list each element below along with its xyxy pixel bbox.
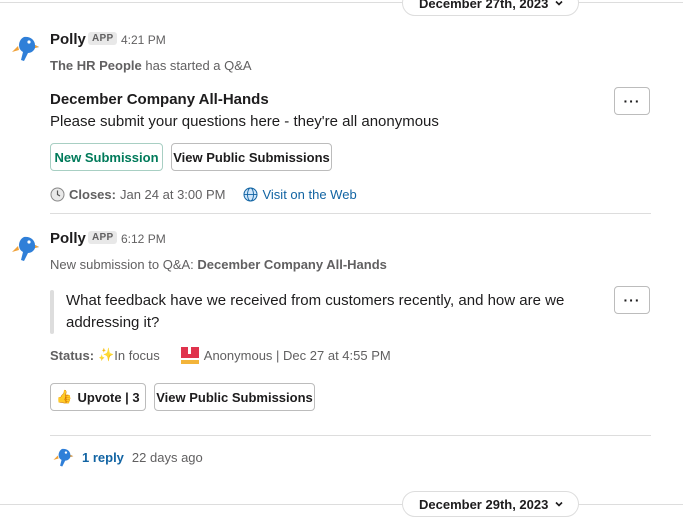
date-label: December 29th, 2023 xyxy=(419,496,549,512)
globe-icon xyxy=(243,187,258,202)
status-value: In focus xyxy=(114,347,160,363)
qa-title: December Company All-Hands xyxy=(50,91,269,108)
thread-replies[interactable]: 1 reply 22 days ago xyxy=(52,446,203,468)
message-context: New submission to Q&A: December Company … xyxy=(50,257,387,272)
section-divider xyxy=(50,213,651,214)
more-actions-button[interactable]: ··· xyxy=(614,87,650,115)
polly-avatar[interactable] xyxy=(10,233,40,263)
upvote-button[interactable]: 👍 Upvote | 3 xyxy=(50,383,146,411)
clock-icon xyxy=(50,187,65,202)
context-text: New submission to Q&A: xyxy=(50,257,198,272)
closes-label: Closes: xyxy=(69,187,116,202)
context-bold: The HR People xyxy=(50,58,142,73)
chevron-down-icon xyxy=(555,0,563,6)
sender-name[interactable]: Polly xyxy=(50,230,86,247)
new-submission-button[interactable]: New Submission xyxy=(50,143,163,171)
last-reply-time: 22 days ago xyxy=(131,449,203,465)
polly-avatar[interactable] xyxy=(10,33,40,63)
app-badge: APP xyxy=(88,231,118,244)
status-label: Status: xyxy=(50,347,95,363)
thumbs-up-icon: 👍 xyxy=(56,389,73,404)
more-actions-button[interactable]: ··· xyxy=(614,286,650,314)
context-text: has started a Q&A xyxy=(141,58,252,73)
qa-description: Please submit your questions here - they… xyxy=(50,113,439,130)
anonymous-avatar-icon xyxy=(179,345,200,365)
date-label: December 27th, 2023 xyxy=(419,0,549,11)
message-context: The HR People has started a Q&A xyxy=(50,58,252,73)
more-icon: ··· xyxy=(623,292,641,308)
question-line: addressing it? xyxy=(66,314,160,331)
date-pill-bottom[interactable]: December 29th, 2023 xyxy=(402,491,580,517)
app-badge: APP xyxy=(88,32,118,45)
submission-question: What feedback have we received from cust… xyxy=(66,290,564,334)
date-pill-top[interactable]: December 27th, 2023 xyxy=(402,0,580,16)
author-meta: Anonymous | Dec 27 at 4:55 PM xyxy=(203,347,391,363)
qa-meta-row: Closes: Jan 24 at 3:00 PM Visit on the W… xyxy=(50,187,357,202)
context-bold: December Company All-Hands xyxy=(197,257,387,272)
visit-web-link[interactable]: Visit on the Web xyxy=(262,187,356,202)
message-timestamp[interactable]: 6:12 PM xyxy=(121,232,166,246)
date-divider-line-top xyxy=(0,2,683,3)
sparkles-icon: ✨ xyxy=(98,347,115,362)
polly-avatar-small xyxy=(53,448,74,467)
closes-value: Jan 24 at 3:00 PM xyxy=(119,187,226,202)
message-timestamp[interactable]: 4:21 PM xyxy=(121,33,166,47)
question-line: What feedback have we received from cust… xyxy=(66,292,565,309)
quote-bar xyxy=(50,290,54,334)
date-divider-line-bottom xyxy=(0,504,683,505)
more-icon: ··· xyxy=(623,93,641,109)
upvote-label: Upvote | 3 xyxy=(77,389,140,405)
reply-count-link[interactable]: 1 reply xyxy=(82,450,124,465)
sender-name[interactable]: Polly xyxy=(50,31,86,48)
submission-meta-row: Status: ✨ In focus Anonymous | Dec 27 at… xyxy=(50,345,391,365)
view-public-submissions-button[interactable]: View Public Submissions xyxy=(154,383,315,411)
section-divider xyxy=(50,435,651,436)
view-public-submissions-button[interactable]: View Public Submissions xyxy=(171,143,332,171)
